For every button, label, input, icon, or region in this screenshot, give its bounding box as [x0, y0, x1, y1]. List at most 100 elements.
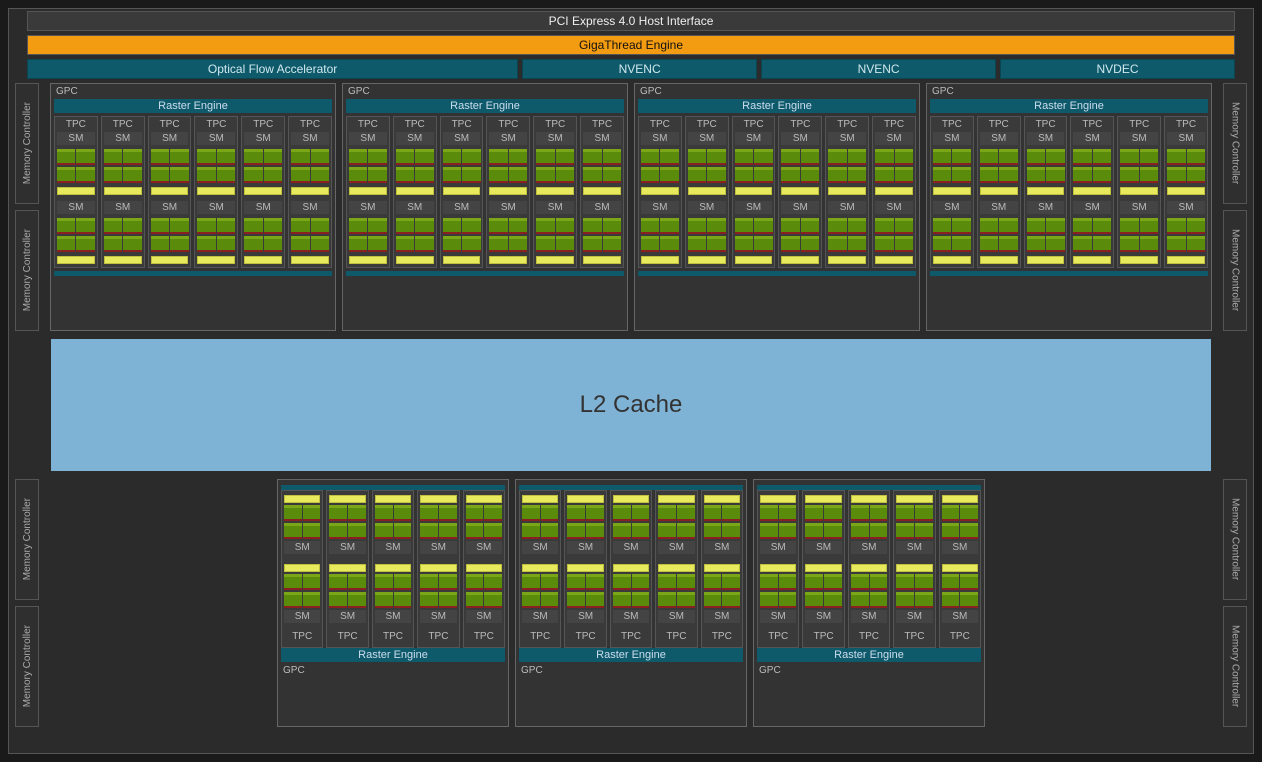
- tpc: TPCSMSM: [194, 116, 238, 268]
- sm-core: SM: [420, 493, 456, 556]
- rt-tensor-block: [567, 564, 603, 572]
- tpc: SMSMTPC: [802, 490, 844, 648]
- rt-tensor-block: [980, 256, 1018, 264]
- cuda-cores-block: [197, 218, 235, 234]
- cuda-cores-block: [1073, 167, 1111, 183]
- tpc: SMSMTPC: [519, 490, 561, 648]
- sm-label: SM: [942, 610, 978, 623]
- raster-engine: Raster Engine: [638, 99, 916, 113]
- rt-tensor-block: [284, 564, 320, 572]
- cuda-cores-block: [443, 167, 481, 183]
- sm-core: SM: [443, 201, 481, 264]
- cuda-cores-block: [522, 574, 558, 590]
- sm-core: SM: [641, 201, 679, 264]
- sm-label: SM: [57, 132, 95, 145]
- sm-label: SM: [896, 610, 932, 623]
- tpc-label: TPC: [489, 119, 527, 132]
- sm-label: SM: [828, 132, 866, 145]
- rt-tensor-block: [781, 256, 819, 264]
- cuda-cores-block: [875, 236, 913, 252]
- l2-cache: L2 Cache: [51, 339, 1211, 471]
- sm-core: SM: [933, 132, 971, 195]
- cuda-cores-block: [658, 523, 694, 539]
- tpc: TPCSMSM: [1070, 116, 1114, 268]
- cuda-cores-block: [522, 505, 558, 521]
- tpc-label: TPC: [1027, 119, 1065, 132]
- sm-label: SM: [688, 132, 726, 145]
- sm-core: SM: [489, 132, 527, 195]
- cuda-cores-block: [396, 167, 434, 183]
- tpc: TPCSMSM: [486, 116, 530, 268]
- tpc-label: TPC: [658, 631, 694, 644]
- cuda-cores-block: [688, 236, 726, 252]
- sm-label: SM: [896, 541, 932, 554]
- cuda-cores-block: [1120, 149, 1158, 165]
- gpc: SMSMTPCSMSMTPCSMSMTPCSMSMTPCSMSMTPCRaste…: [277, 479, 509, 727]
- rt-tensor-block: [522, 495, 558, 503]
- sm-label: SM: [704, 541, 740, 554]
- rt-tensor-block: [1120, 187, 1158, 195]
- rt-tensor-block: [104, 256, 142, 264]
- rt-tensor-block: [466, 564, 502, 572]
- cuda-cores-block: [329, 574, 365, 590]
- cuda-cores-block: [688, 149, 726, 165]
- sm-label: SM: [291, 201, 329, 214]
- sm-core: SM: [735, 201, 773, 264]
- rt-tensor-block: [805, 564, 841, 572]
- sm-core: SM: [1120, 132, 1158, 195]
- sm-core: SM: [489, 201, 527, 264]
- rt-tensor-block: [284, 495, 320, 503]
- pci-interface-bar: PCI Express 4.0 Host Interface: [27, 11, 1235, 31]
- tpc: SMSMTPC: [281, 490, 323, 648]
- sm-label: SM: [658, 541, 694, 554]
- sm-label: SM: [536, 132, 574, 145]
- sm-core: SM: [1073, 132, 1111, 195]
- sm-core: SM: [760, 562, 796, 625]
- cuda-cores-block: [443, 149, 481, 165]
- raster-engine: Raster Engine: [930, 99, 1208, 113]
- cuda-cores-block: [57, 167, 95, 183]
- cuda-cores-block: [244, 149, 282, 165]
- cuda-cores-block: [781, 149, 819, 165]
- sm-label: SM: [567, 541, 603, 554]
- cuda-cores-block: [980, 236, 1018, 252]
- sm-core: SM: [284, 493, 320, 556]
- tpc-label: TPC: [151, 119, 189, 132]
- sm-core: SM: [57, 132, 95, 195]
- tpc-label: TPC: [104, 119, 142, 132]
- gpc: GPCRaster EngineTPCSMSMTPCSMSMTPCSMSMTPC…: [342, 83, 628, 331]
- cuda-cores-block: [329, 505, 365, 521]
- cuda-cores-block: [197, 149, 235, 165]
- sm-label: SM: [522, 541, 558, 554]
- sm-label: SM: [396, 201, 434, 214]
- gpc-label: GPC: [54, 86, 332, 99]
- sm-core: SM: [329, 493, 365, 556]
- cuda-cores-block: [896, 523, 932, 539]
- cuda-cores-block: [567, 523, 603, 539]
- rt-tensor-block: [151, 187, 189, 195]
- cuda-cores-block: [658, 592, 694, 608]
- tpc-row: SMSMTPCSMSMTPCSMSMTPCSMSMTPCSMSMTPC: [281, 490, 505, 648]
- sm-label: SM: [641, 132, 679, 145]
- tpc: TPCSMSM: [1117, 116, 1161, 268]
- cuda-cores-block: [641, 149, 679, 165]
- sm-core: SM: [244, 201, 282, 264]
- cuda-cores-block: [641, 236, 679, 252]
- sm-label: SM: [1167, 132, 1205, 145]
- tpc-label: TPC: [1167, 119, 1205, 132]
- sm-label: SM: [760, 610, 796, 623]
- sm-label: SM: [980, 132, 1018, 145]
- memory-controller: Memory Controller: [1223, 83, 1247, 204]
- cuda-cores-block: [658, 505, 694, 521]
- sm-core: SM: [1120, 201, 1158, 264]
- sm-label: SM: [658, 610, 694, 623]
- sm-core: SM: [760, 493, 796, 556]
- cuda-cores-block: [613, 574, 649, 590]
- cuda-cores-block: [641, 218, 679, 234]
- tpc-label: TPC: [735, 119, 773, 132]
- sm-label: SM: [443, 132, 481, 145]
- cuda-cores-block: [443, 236, 481, 252]
- tpc-label: TPC: [284, 631, 320, 644]
- cuda-cores-block: [349, 167, 387, 183]
- rt-tensor-block: [704, 495, 740, 503]
